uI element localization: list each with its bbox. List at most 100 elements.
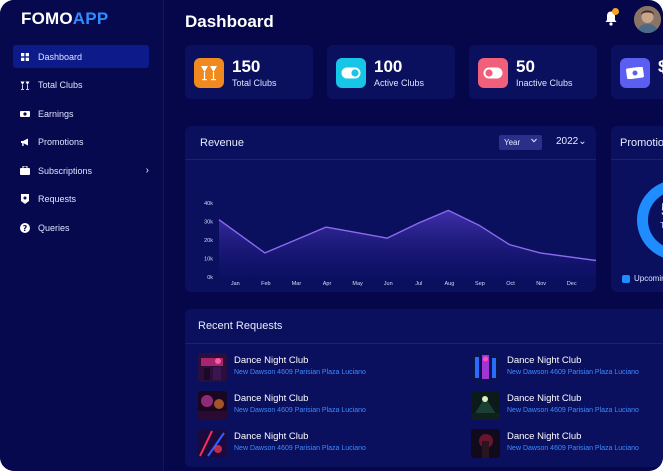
- logo-fomo: FOMO: [21, 9, 73, 28]
- chevron-down-icon: ⌄: [578, 136, 587, 147]
- club-name: Dance Night Club: [507, 355, 582, 366]
- notification-badge: [612, 8, 619, 15]
- x-tick-label: Oct: [506, 281, 515, 287]
- revenue-title: Revenue: [200, 137, 245, 149]
- sidebar-item-label: Queries: [38, 222, 70, 233]
- recent-requests-card: Recent Requests Dance Night Club New Daw…: [185, 309, 663, 467]
- x-tick-label: Nov: [536, 281, 546, 287]
- briefcase-icon: [20, 166, 30, 176]
- stat-card-active-clubs[interactable]: 100 Active Clubs: [327, 45, 455, 99]
- list-item[interactable]: Dance Night Club New Dawson 4609 Parisia…: [471, 353, 663, 383]
- page-title: Dashboard: [185, 12, 274, 31]
- club-thumbnail: [471, 391, 500, 420]
- revenue-area: [219, 210, 596, 277]
- club-name: Dance Night Club: [507, 431, 582, 442]
- sidebar-item-queries[interactable]: ? Queries: [13, 216, 149, 239]
- promotions-donut: [637, 180, 663, 260]
- stat-label: Inactive Clubs: [516, 78, 573, 88]
- y-tick-label: 10k: [204, 257, 213, 263]
- club-name: Dance Night Club: [507, 393, 582, 404]
- divider: [611, 159, 663, 160]
- badge-icon: [20, 194, 30, 204]
- stat-card-earnings[interactable]: $: [611, 45, 663, 99]
- period-select-value: Year: [504, 138, 521, 147]
- club-name: Dance Night Club: [234, 393, 309, 404]
- grid-icon: [20, 52, 30, 62]
- toggle-off-icon: [478, 58, 508, 88]
- y-tick-label: 20k: [204, 238, 213, 244]
- sidebar-item-label: Subscriptions: [38, 165, 93, 176]
- period-select[interactable]: Year: [499, 135, 542, 150]
- cocktail-icon: [194, 58, 224, 88]
- sidebar: FOMOAPP Dashboard Total Clubs Earnings P…: [0, 0, 164, 471]
- sidebar-item-label: Promotions: [38, 137, 84, 147]
- sidebar-item-label: Total Clubs: [38, 80, 83, 90]
- app-logo[interactable]: FOMOAPP: [21, 9, 108, 29]
- list-item[interactable]: Dance Night Club New Dawson 4609 Parisia…: [198, 391, 418, 421]
- x-tick-label: Dec: [567, 281, 577, 287]
- help-circle-icon: ?: [20, 222, 30, 233]
- year-value: 2022: [556, 136, 579, 147]
- money-icon: [620, 58, 650, 88]
- club-thumbnail: [471, 429, 500, 458]
- chevron-right-icon[interactable]: ›: [146, 165, 149, 176]
- club-thumbnail: [198, 353, 227, 382]
- list-item[interactable]: Dance Night Club New Dawson 4609 Parisia…: [198, 429, 418, 459]
- sidebar-item-dashboard[interactable]: Dashboard: [13, 45, 149, 68]
- sidebar-item-total-clubs[interactable]: Total Clubs: [13, 74, 149, 97]
- stat-value: 50: [516, 57, 535, 76]
- money-icon: [20, 109, 30, 119]
- avatar[interactable]: [634, 6, 661, 33]
- x-tick-label: Jul: [415, 281, 422, 287]
- stat-card-total-clubs[interactable]: 150 Total Clubs: [185, 45, 313, 99]
- x-tick-label: Jun: [384, 281, 393, 287]
- legend-swatch: [622, 275, 630, 283]
- club-thumbnail: [198, 429, 227, 458]
- svg-text:?: ?: [23, 224, 28, 233]
- y-tick-label: 30k: [204, 220, 213, 226]
- club-thumbnail: [198, 391, 227, 420]
- x-tick-label: Apr: [323, 281, 332, 287]
- sidebar-item-requests[interactable]: Requests: [13, 188, 149, 211]
- stat-card-inactive-clubs[interactable]: 50 Inactive Clubs: [469, 45, 597, 99]
- club-address: New Dawson 4609 Parisian Plaza Luciano: [507, 445, 639, 452]
- club-thumbnail: [471, 353, 500, 382]
- legend-label: Upcoming: [634, 274, 663, 283]
- revenue-chart: 0k 10k 20k 30k 40k Jan Feb Mar Apr May Jun Jul Aug S…: [204, 201, 596, 287]
- megaphone-icon: [20, 137, 30, 147]
- divider: [185, 343, 663, 344]
- revenue-card: Revenue Year 2022⌄ 0k 10k 20k 30k 40k Jan Feb…: [185, 126, 596, 292]
- stat-label: Active Clubs: [374, 78, 425, 88]
- stat-value: 100: [374, 57, 403, 76]
- x-tick-label: May: [352, 281, 363, 287]
- sidebar-item-earnings[interactable]: Earnings: [13, 102, 149, 125]
- x-tick-label: Mar: [292, 281, 302, 287]
- y-tick-label: 0k: [207, 275, 213, 281]
- cocktail-icon: [20, 80, 30, 90]
- x-tick-label: Jan: [231, 281, 240, 287]
- stat-value: 150: [232, 57, 261, 76]
- sidebar-item-subscriptions[interactable]: Subscriptions ›: [13, 159, 149, 182]
- logo-app: APP: [72, 9, 109, 28]
- club-address: New Dawson 4609 Parisian Plaza Luciano: [507, 407, 639, 414]
- promotions-title: Promotions: [620, 137, 663, 149]
- club-address: New Dawson 4609 Parisian Plaza Luciano: [234, 369, 366, 376]
- list-item[interactable]: Dance Night Club New Dawson 4609 Parisia…: [471, 391, 663, 421]
- x-tick-label: Aug: [444, 281, 454, 287]
- club-name: Dance Night Club: [234, 431, 309, 442]
- sidebar-item-label: Earnings: [38, 108, 74, 119]
- app-window: FOMOAPP Dashboard Total Clubs Earnings P…: [0, 0, 663, 471]
- stat-value: $: [658, 57, 663, 76]
- chevron-down-icon: [531, 138, 537, 145]
- x-tick-label: Sep: [475, 281, 485, 287]
- sidebar-item-promotions[interactable]: Promotions: [13, 131, 149, 154]
- sidebar-nav: Dashboard Total Clubs Earnings Promotion…: [13, 45, 149, 245]
- stat-label: Total Clubs: [232, 78, 277, 88]
- toggle-on-icon: [336, 58, 366, 88]
- list-item[interactable]: Dance Night Club New Dawson 4609 Parisia…: [198, 353, 418, 383]
- promotions-card: Promotions 5 To Upcoming: [611, 126, 663, 292]
- year-select[interactable]: 2022⌄: [556, 136, 587, 147]
- club-name: Dance Night Club: [234, 355, 309, 366]
- club-address: New Dawson 4609 Parisian Plaza Luciano: [234, 445, 366, 452]
- list-item[interactable]: Dance Night Club New Dawson 4609 Parisia…: [471, 429, 663, 459]
